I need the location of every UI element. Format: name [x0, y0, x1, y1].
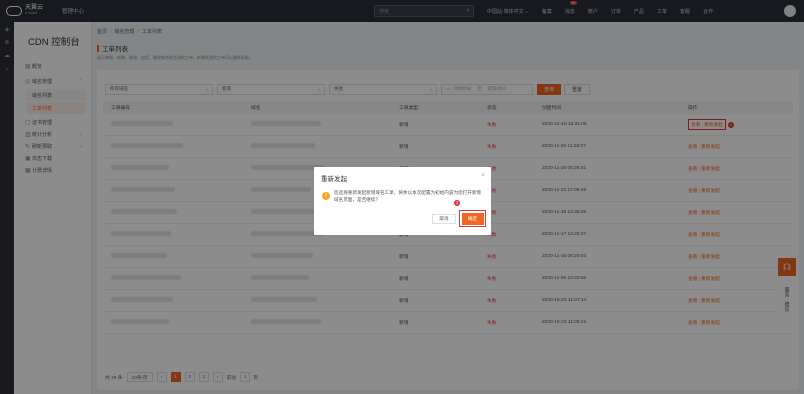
- confirm-button[interactable]: 确定: [461, 212, 484, 225]
- cancel-button[interactable]: 取消: [432, 214, 456, 224]
- dialog-message: 您选择重新发起新增域名工单，将余以本次配置为初始内容为您打开新增域名页面，是否继…: [334, 190, 482, 202]
- step-2-marker: 2: [454, 200, 460, 206]
- retry-dialog: 重新发起 × ! 您选择重新发起新增域名工单，将余以本次配置为初始内容为您打开新…: [314, 167, 491, 235]
- dialog-title: 重新发起: [321, 176, 347, 183]
- confirm-button-highlight: 确定: [459, 210, 486, 227]
- close-icon[interactable]: ×: [481, 173, 485, 179]
- warning-icon: !: [322, 192, 330, 200]
